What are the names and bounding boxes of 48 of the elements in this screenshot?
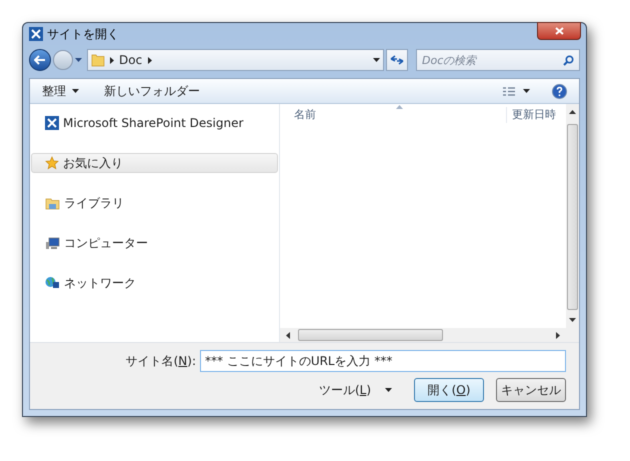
arrow-left-icon: [34, 55, 46, 65]
view-button[interactable]: [503, 86, 530, 96]
sidebar-item[interactable]: ネットワーク: [31, 273, 278, 293]
close-button[interactable]: [537, 22, 581, 40]
folder-icon: [45, 196, 60, 210]
back-button[interactable]: [29, 49, 51, 71]
sidebar-item[interactable]: ライブラリ: [31, 193, 278, 213]
close-icon: [554, 27, 564, 35]
refresh-button[interactable]: [386, 49, 408, 71]
column-header[interactable]: 名前: [280, 106, 316, 124]
tools-icon: [45, 116, 59, 130]
window-title: サイトを開く: [47, 26, 119, 43]
scroll-down-arrow-icon[interactable]: [569, 318, 576, 322]
tools-button[interactable]: ツール(L): [312, 378, 398, 402]
sort-arrow-icon: [396, 105, 403, 109]
network-icon: [45, 276, 60, 290]
computer-icon: [45, 236, 60, 250]
star-icon: [45, 156, 59, 170]
help-icon[interactable]: [552, 84, 567, 98]
refresh-icon: [390, 55, 404, 65]
caret-icon: [385, 388, 392, 392]
search-field[interactable]: Docの検索: [416, 49, 580, 71]
new-folder-button[interactable]: 新しいフォルダー: [104, 82, 200, 100]
organize-button[interactable]: 整理: [42, 82, 79, 100]
scroll-left-arrow-icon[interactable]: [286, 332, 290, 338]
search-icon: [563, 55, 574, 66]
dropdown-caret-icon[interactable]: [373, 58, 380, 62]
chevron-right-icon[interactable]: [148, 56, 152, 64]
sidebar-item[interactable]: お気に入り: [31, 153, 278, 173]
open-button[interactable]: 開く(O): [414, 378, 484, 402]
scroll-right-arrow-icon[interactable]: [556, 332, 560, 338]
caret-icon[interactable]: [75, 58, 82, 62]
list-view-icon: [503, 86, 515, 96]
breadcrumb[interactable]: Doc: [119, 51, 142, 69]
tools-icon: [29, 27, 43, 41]
site-name-label: サイト名(N):: [126, 353, 196, 370]
caret-icon: [72, 89, 79, 93]
chevron-right-icon[interactable]: [110, 56, 114, 64]
scroll-up-arrow-icon[interactable]: [569, 110, 576, 114]
vertical-scrollbar[interactable]: [566, 104, 579, 328]
caret-icon: [523, 89, 530, 93]
folder-icon: [91, 53, 105, 67]
address-bar[interactable]: Doc: [87, 49, 384, 71]
site-name-field[interactable]: *** ここにサイトのURLを入力 ***: [200, 350, 566, 372]
cancel-button[interactable]: キャンセル: [496, 378, 566, 402]
sidebar-item[interactable]: Microsoft SharePoint Designer: [31, 113, 278, 133]
sidebar-item[interactable]: コンピューター: [31, 233, 278, 253]
horizontal-scrollbar[interactable]: [280, 328, 566, 342]
